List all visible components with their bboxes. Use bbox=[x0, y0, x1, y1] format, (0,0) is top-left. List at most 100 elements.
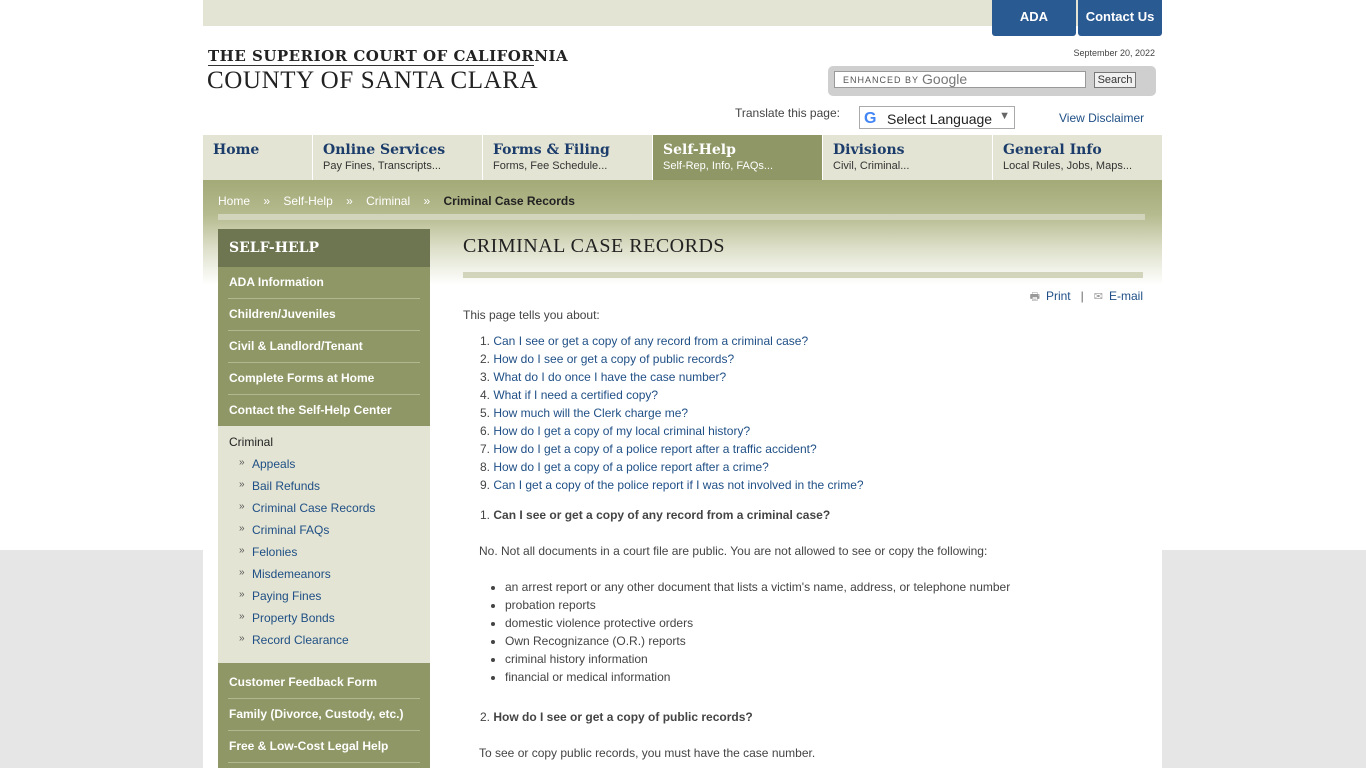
toc-item: 9. Can I get a copy of the police report… bbox=[480, 478, 864, 492]
logo-line1: THE SUPERIOR COURT OF CALIFORNIA bbox=[208, 47, 569, 65]
toc-link[interactable]: How do I get a copy of a police report a… bbox=[493, 442, 816, 456]
tools-separator: | bbox=[1080, 289, 1084, 303]
subitem-label: Misdemeanors bbox=[252, 567, 331, 581]
section1-text: No. Not all documents in a court file ar… bbox=[479, 544, 988, 558]
subitem-label: Felonies bbox=[252, 545, 298, 559]
sidebar-item-children-juveniles[interactable]: Children/Juveniles bbox=[228, 299, 420, 331]
subitem-label: Property Bonds bbox=[252, 611, 335, 625]
list-item: criminal history information bbox=[505, 650, 1010, 668]
sidebar-subitem-misdemeanors[interactable]: » Misdemeanors bbox=[218, 563, 430, 585]
sidebar-subitem-record-clearance[interactable]: » Record Clearance bbox=[218, 629, 430, 651]
nav-title: Self-Help bbox=[663, 142, 736, 158]
toc-item: 1. Can I see or get a copy of any record… bbox=[480, 334, 809, 348]
contact-us-button[interactable]: Contact Us bbox=[1078, 0, 1162, 36]
list-item: Own Recognizance (O.R.) reports bbox=[505, 632, 1010, 650]
bullet-icon: » bbox=[239, 611, 245, 622]
nav-general-info[interactable]: General Info Local Rules, Jobs, Maps... bbox=[993, 135, 1162, 180]
intro-text: This page tells you about: bbox=[463, 308, 600, 322]
toc-item: 8. How do I get a copy of a police repor… bbox=[480, 460, 769, 474]
sidebar-item-customer-feedback[interactable]: Customer Feedback Form bbox=[228, 667, 420, 699]
breadcrumb: Home » Self-Help » Criminal » Criminal C… bbox=[218, 194, 585, 208]
page-container: ADA Contact Us THE SUPERIOR COURT OF CAL… bbox=[203, 0, 1162, 768]
section2-title: How do I see or get a copy of public rec… bbox=[493, 710, 753, 724]
list-item: probation reports bbox=[505, 596, 1010, 614]
language-select[interactable]: G Select Language ▼ bbox=[859, 106, 1015, 129]
toc-item: 2. How do I see or get a copy of public … bbox=[480, 352, 735, 366]
ada-button[interactable]: ADA bbox=[992, 0, 1076, 36]
sidebar-subitem-felonies[interactable]: » Felonies bbox=[218, 541, 430, 563]
current-date: September 20, 2022 bbox=[1073, 48, 1155, 58]
breadcrumb-criminal[interactable]: Criminal bbox=[366, 194, 410, 208]
breadcrumb-current: Criminal Case Records bbox=[443, 194, 575, 208]
nav-divisions[interactable]: Divisions Civil, Criminal... bbox=[823, 135, 993, 180]
list-item: an arrest report or any other document t… bbox=[505, 578, 1010, 596]
toc-link[interactable]: How do I get a copy of a police report a… bbox=[493, 460, 768, 474]
nav-subtitle: Local Rules, Jobs, Maps... bbox=[1003, 160, 1133, 172]
logo-line2: COUNTY OF SANTA CLARA bbox=[207, 67, 539, 94]
toc-link[interactable]: How do I see or get a copy of public rec… bbox=[493, 352, 734, 366]
subitem-label: Criminal FAQs bbox=[252, 523, 330, 537]
title-rule bbox=[463, 272, 1143, 278]
sidebar-item-ada-information[interactable]: ADA Information bbox=[228, 267, 420, 299]
section2-heading: 2. How do I see or get a copy of public … bbox=[480, 710, 753, 724]
section1-number: 1. bbox=[480, 508, 491, 522]
language-select-label: Select Language bbox=[887, 111, 993, 127]
toc-link[interactable]: How do I get a copy of my local criminal… bbox=[493, 424, 750, 438]
sidebar-item-civil-landlord-tenant[interactable]: Civil & Landlord/Tenant bbox=[228, 331, 420, 363]
sidebar: SELF-HELP ADA Information Children/Juven… bbox=[218, 229, 430, 768]
search-input[interactable]: ENHANCED BY Google bbox=[834, 71, 1086, 88]
nav-title: General Info bbox=[1003, 142, 1102, 158]
toc-link[interactable]: What if I need a certified copy? bbox=[493, 388, 658, 402]
toc-link[interactable]: How much will the Clerk charge me? bbox=[493, 406, 688, 420]
sidebar-item-family[interactable]: Family (Divorce, Custody, etc.) bbox=[228, 699, 420, 731]
toc-item: 4. What if I need a certified copy? bbox=[480, 388, 659, 402]
nav-forms-filing[interactable]: Forms & Filing Forms, Fee Schedule... bbox=[483, 135, 653, 180]
bullet-icon: » bbox=[239, 633, 245, 644]
sidebar-subitem-criminal-case-records[interactable]: » Criminal Case Records bbox=[218, 497, 430, 519]
nav-self-help[interactable]: Self-Help Self-Rep, Info, FAQs... bbox=[653, 135, 823, 180]
sidebar-subitem-appeals[interactable]: » Appeals bbox=[218, 453, 430, 475]
breadcrumb-home[interactable]: Home bbox=[218, 194, 250, 208]
subitem-label: Criminal Case Records bbox=[252, 501, 376, 515]
sidebar-subitem-property-bonds[interactable]: » Property Bonds bbox=[218, 607, 430, 629]
section1-title: Can I see or get a copy of any record fr… bbox=[493, 508, 831, 522]
sidebar-subitem-criminal-faqs[interactable]: » Criminal FAQs bbox=[218, 519, 430, 541]
view-disclaimer-link[interactable]: View Disclaimer bbox=[1059, 111, 1144, 125]
toc-link[interactable]: What do I do once I have the case number… bbox=[493, 370, 726, 384]
sidebar-item-complete-forms[interactable]: Complete Forms at Home bbox=[228, 363, 420, 395]
nav-subtitle: Civil, Criminal... bbox=[833, 160, 910, 172]
sidebar-item-contact-center[interactable]: Contact the Self-Help Center bbox=[228, 395, 420, 426]
toc-link[interactable]: Can I get a copy of the police report if… bbox=[493, 478, 863, 492]
sidebar-item-legal-help[interactable]: Free & Low-Cost Legal Help bbox=[228, 731, 420, 763]
dropdown-arrow-icon: ▼ bbox=[999, 110, 1010, 122]
breadcrumb-rule bbox=[218, 214, 1145, 220]
bullet-icon: » bbox=[239, 479, 245, 490]
toc-item: 3. What do I do once I have the case num… bbox=[480, 370, 727, 384]
email-link[interactable]: E-mail bbox=[1109, 289, 1143, 303]
breadcrumb-separator: » bbox=[346, 194, 353, 208]
nav-title: Home bbox=[213, 142, 260, 158]
search-enhanced-label: ENHANCED BY bbox=[843, 75, 920, 85]
breadcrumb-separator: » bbox=[263, 194, 271, 208]
printer-icon: 🖶 bbox=[1029, 291, 1040, 303]
bullet-icon: » bbox=[239, 567, 245, 578]
nav-home[interactable]: Home bbox=[203, 135, 313, 180]
subitem-label: Bail Refunds bbox=[252, 479, 321, 493]
google-g-icon: G bbox=[864, 110, 877, 127]
nav-subtitle: Forms, Fee Schedule... bbox=[493, 160, 608, 172]
toc-link[interactable]: Can I see or get a copy of any record fr… bbox=[493, 334, 808, 348]
list-item: domestic violence protective orders bbox=[505, 614, 1010, 632]
sidebar-subitem-bail-refunds[interactable]: » Bail Refunds bbox=[218, 475, 430, 497]
breadcrumb-self-help[interactable]: Self-Help bbox=[283, 194, 332, 208]
search-button[interactable]: Search bbox=[1094, 72, 1136, 88]
nav-online-services[interactable]: Online Services Pay Fines, Transcripts..… bbox=[313, 135, 483, 180]
bullet-icon: » bbox=[239, 523, 245, 534]
page-tools: 🖶 Print | ✉ E-mail bbox=[1030, 288, 1143, 307]
google-logo: Google bbox=[922, 71, 968, 87]
list-item: financial or medical information bbox=[505, 668, 1010, 686]
breadcrumb-separator: » bbox=[423, 194, 431, 208]
sidebar-subitem-paying-fines[interactable]: » Paying Fines bbox=[218, 585, 430, 607]
sidebar-item-criminal[interactable]: Criminal bbox=[218, 431, 430, 453]
print-link[interactable]: Print bbox=[1046, 289, 1071, 303]
bullet-icon: » bbox=[239, 545, 245, 556]
